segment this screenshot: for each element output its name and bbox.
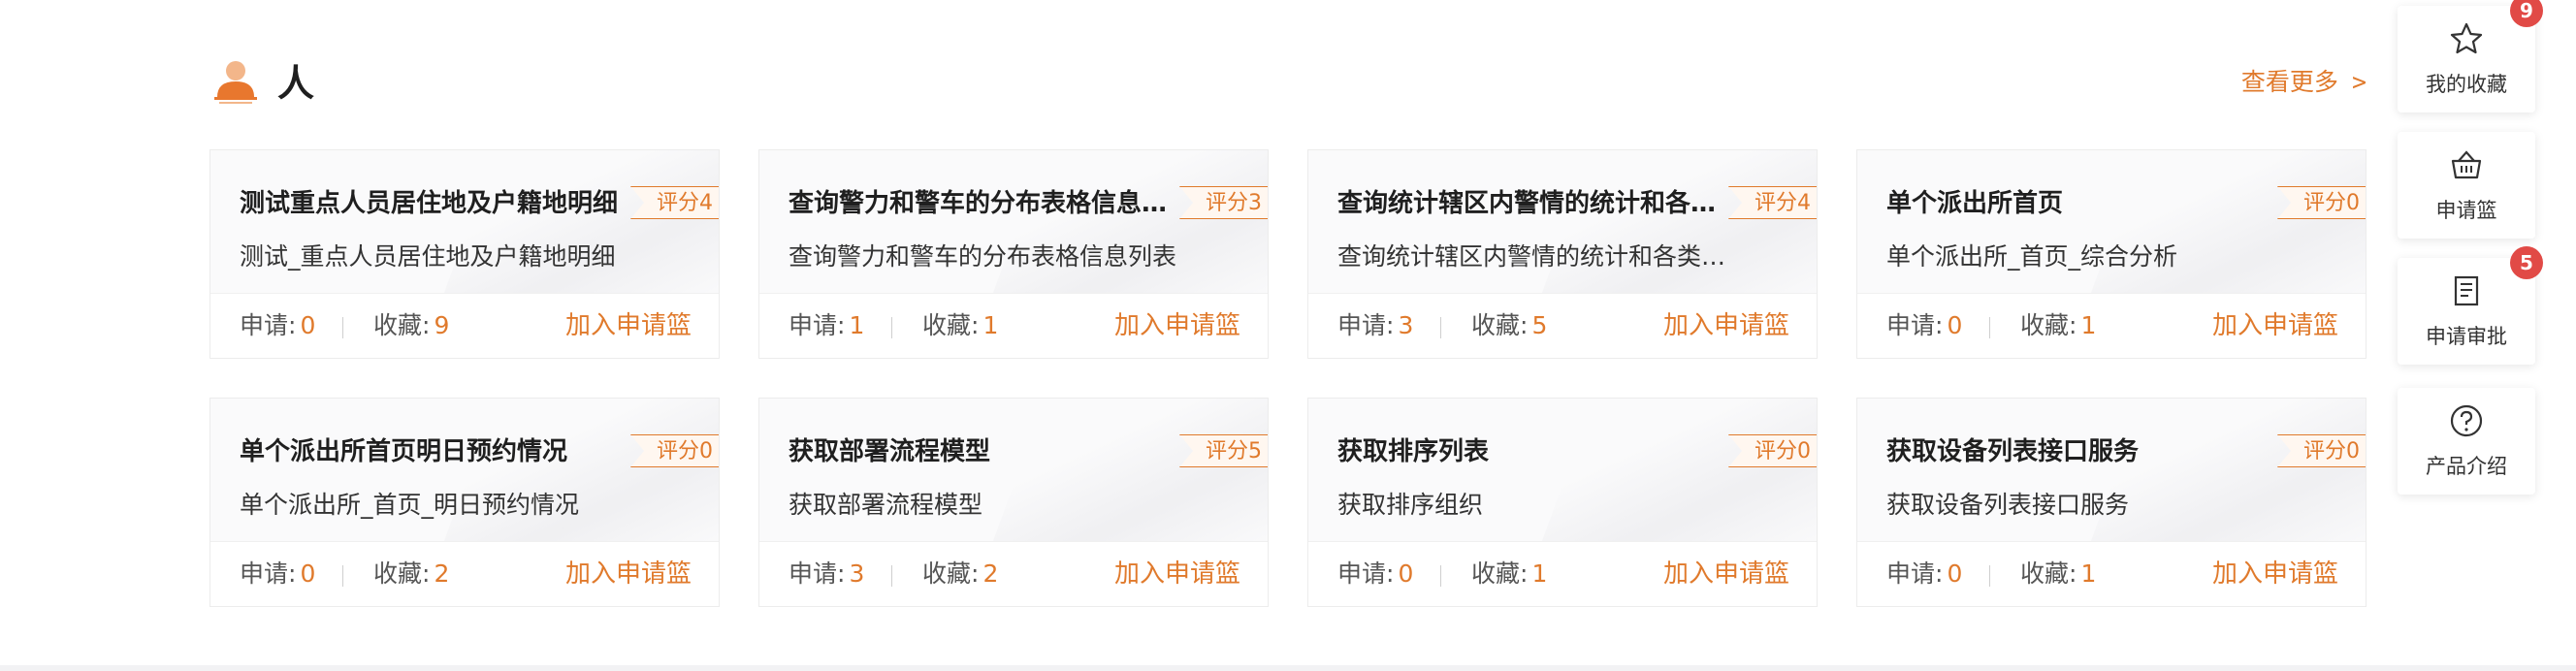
service-card[interactable]: 获取设备列表接口服务 评分0 获取设备列表接口服务 申请: 0 收藏: 1 加入申请… <box>1856 398 2367 607</box>
add-to-basket-button[interactable]: 加入申请篮 <box>2212 558 2338 591</box>
card-description: 查询统计辖区内警情的统计和各类… <box>1337 242 1726 271</box>
card-title: 获取部署流程模型 <box>789 437 991 466</box>
apply-count: 申请: 3 <box>789 559 865 588</box>
card-title: 查询警力和警车的分布表格信息列表 <box>789 189 1176 218</box>
card-footer: 申请: 0 收藏: 1 加入申请篮 <box>1308 541 1817 606</box>
card-title: 获取排序列表 <box>1337 437 1490 466</box>
divider <box>1989 565 1990 587</box>
side-item-label: 产品介绍 <box>2426 455 2507 478</box>
card-description: 获取设备列表接口服务 <box>1886 491 2130 519</box>
apply-count: 申请: 0 <box>240 311 316 339</box>
add-to-basket-button[interactable]: 加入申请篮 <box>2212 309 2338 342</box>
favorite-count: 收藏: 9 <box>373 311 450 339</box>
card-description: 查询警力和警车的分布表格信息列表 <box>789 242 1177 271</box>
divider <box>891 565 892 587</box>
divider <box>1440 565 1441 587</box>
card-footer: 申请: 3 收藏: 5 加入申请篮 <box>1308 293 1817 358</box>
side-item-approval[interactable]: 申请审批 5 <box>2398 246 2543 365</box>
divider <box>342 317 343 338</box>
count-badge: 9 <box>2510 0 2543 27</box>
apply-count: 申请: 0 <box>1886 311 1963 339</box>
service-card[interactable]: 获取排序列表 评分0 获取排序组织 申请: 0 收藏: 1 加入申请篮 <box>1307 398 1818 607</box>
divider <box>891 317 892 338</box>
apply-count: 申请: 0 <box>240 559 316 588</box>
question-circle-icon <box>2450 404 2483 437</box>
card-description: 单个派出所_首页_综合分析 <box>1886 242 2178 271</box>
add-to-basket-button[interactable]: 加入申请篮 <box>565 558 692 591</box>
add-to-basket-button[interactable]: 加入申请篮 <box>565 309 692 342</box>
add-to-basket-button[interactable]: 加入申请篮 <box>1114 558 1240 591</box>
side-item-product-intro[interactable]: 产品介绍 <box>2398 388 2535 495</box>
service-card[interactable]: 获取部署流程模型 评分5 获取部署流程模型 申请: 3 收藏: 2 加入申请篮 <box>758 398 1269 607</box>
card-description: 获取排序组织 <box>1337 491 1484 519</box>
card-footer: 申请: 3 收藏: 2 加入申请篮 <box>759 541 1268 606</box>
service-card[interactable]: 查询统计辖区内警情的统计和各类… 评分4 查询统计辖区内警情的统计和各类… 申请… <box>1307 149 1818 359</box>
side-item-basket[interactable]: 申请篮 <box>2398 132 2535 239</box>
divider <box>1989 317 1990 338</box>
card-footer: 申请: 1 收藏: 1 加入申请篮 <box>759 293 1268 358</box>
favorite-count: 收藏: 1 <box>1471 559 1548 588</box>
favorite-count: 收藏: 5 <box>1471 311 1548 339</box>
side-item-label: 我的收藏 <box>2426 73 2507 96</box>
side-item-favorites[interactable]: 我的收藏 9 <box>2398 0 2543 112</box>
card-title: 查询统计辖区内警情的统计和各类… <box>1337 189 1725 218</box>
add-to-basket-button[interactable]: 加入申请篮 <box>1663 558 1789 591</box>
add-to-basket-button[interactable]: 加入申请篮 <box>1663 309 1789 342</box>
card-footer: 申请: 0 收藏: 1 加入申请篮 <box>1857 293 2366 358</box>
apply-count: 申请: 0 <box>1886 559 1963 588</box>
card-footer: 申请: 0 收藏: 2 加入申请篮 <box>210 541 719 606</box>
star-icon <box>2450 22 2483 54</box>
favorite-count: 收藏: 1 <box>2020 559 2097 588</box>
apply-count: 申请: 0 <box>1337 559 1414 588</box>
section-header: 人 查看更多 > <box>211 53 2367 112</box>
view-more-label: 查看更多 <box>2240 68 2338 96</box>
card-title: 单个派出所首页明日预约情况 <box>240 437 568 466</box>
divider <box>1440 317 1441 338</box>
section-title: 人 <box>277 62 315 105</box>
favorite-count: 收藏: 1 <box>922 311 999 339</box>
card-description: 测试_重点人员居住地及户籍地明细 <box>240 242 616 271</box>
favorite-count: 收藏: 2 <box>373 559 450 588</box>
favorite-count: 收藏: 1 <box>2020 311 2097 339</box>
count-badge: 5 <box>2510 246 2543 279</box>
service-card[interactable]: 查询警力和警车的分布表格信息列表 评分3 查询警力和警车的分布表格信息列表 申请… <box>758 149 1269 359</box>
view-more-link[interactable]: 查看更多 > <box>2241 65 2367 100</box>
card-footer: 申请: 0 收藏: 9 加入申请篮 <box>210 293 719 358</box>
card-description: 单个派出所_首页_明日预约情况 <box>240 491 580 519</box>
basket-icon <box>2451 150 2482 179</box>
add-to-basket-button[interactable]: 加入申请篮 <box>1114 309 1240 342</box>
card-description: 获取部署流程模型 <box>789 491 983 519</box>
card-title: 获取设备列表接口服务 <box>1886 437 2140 466</box>
divider <box>342 565 343 587</box>
service-card[interactable]: 单个派出所首页 评分0 单个派出所_首页_综合分析 申请: 0 收藏: 1 加入申请… <box>1856 149 2367 359</box>
chevron-right-icon: > <box>2351 68 2367 96</box>
service-card[interactable]: 测试重点人员居住地及户籍地明细 评分4 测试_重点人员居住地及户籍地明细 申请:… <box>209 149 720 359</box>
card-title: 测试重点人员居住地及户籍地明细 <box>240 189 619 218</box>
side-item-label: 申请审批 <box>2426 325 2507 348</box>
divider <box>0 665 2576 671</box>
document-icon <box>2454 275 2479 306</box>
card-title: 单个派出所首页 <box>1886 189 2064 218</box>
apply-count: 申请: 1 <box>789 311 865 339</box>
card-footer: 申请: 0 收藏: 1 加入申请篮 <box>1857 541 2366 606</box>
side-item-label: 申请篮 <box>2435 199 2497 222</box>
service-card[interactable]: 单个派出所首页明日预约情况 评分0 单个派出所_首页_明日预约情况 申请: 0 收… <box>209 398 720 607</box>
apply-count: 申请: 3 <box>1337 311 1414 339</box>
favorite-count: 收藏: 2 <box>922 559 999 588</box>
person-icon <box>214 61 257 104</box>
